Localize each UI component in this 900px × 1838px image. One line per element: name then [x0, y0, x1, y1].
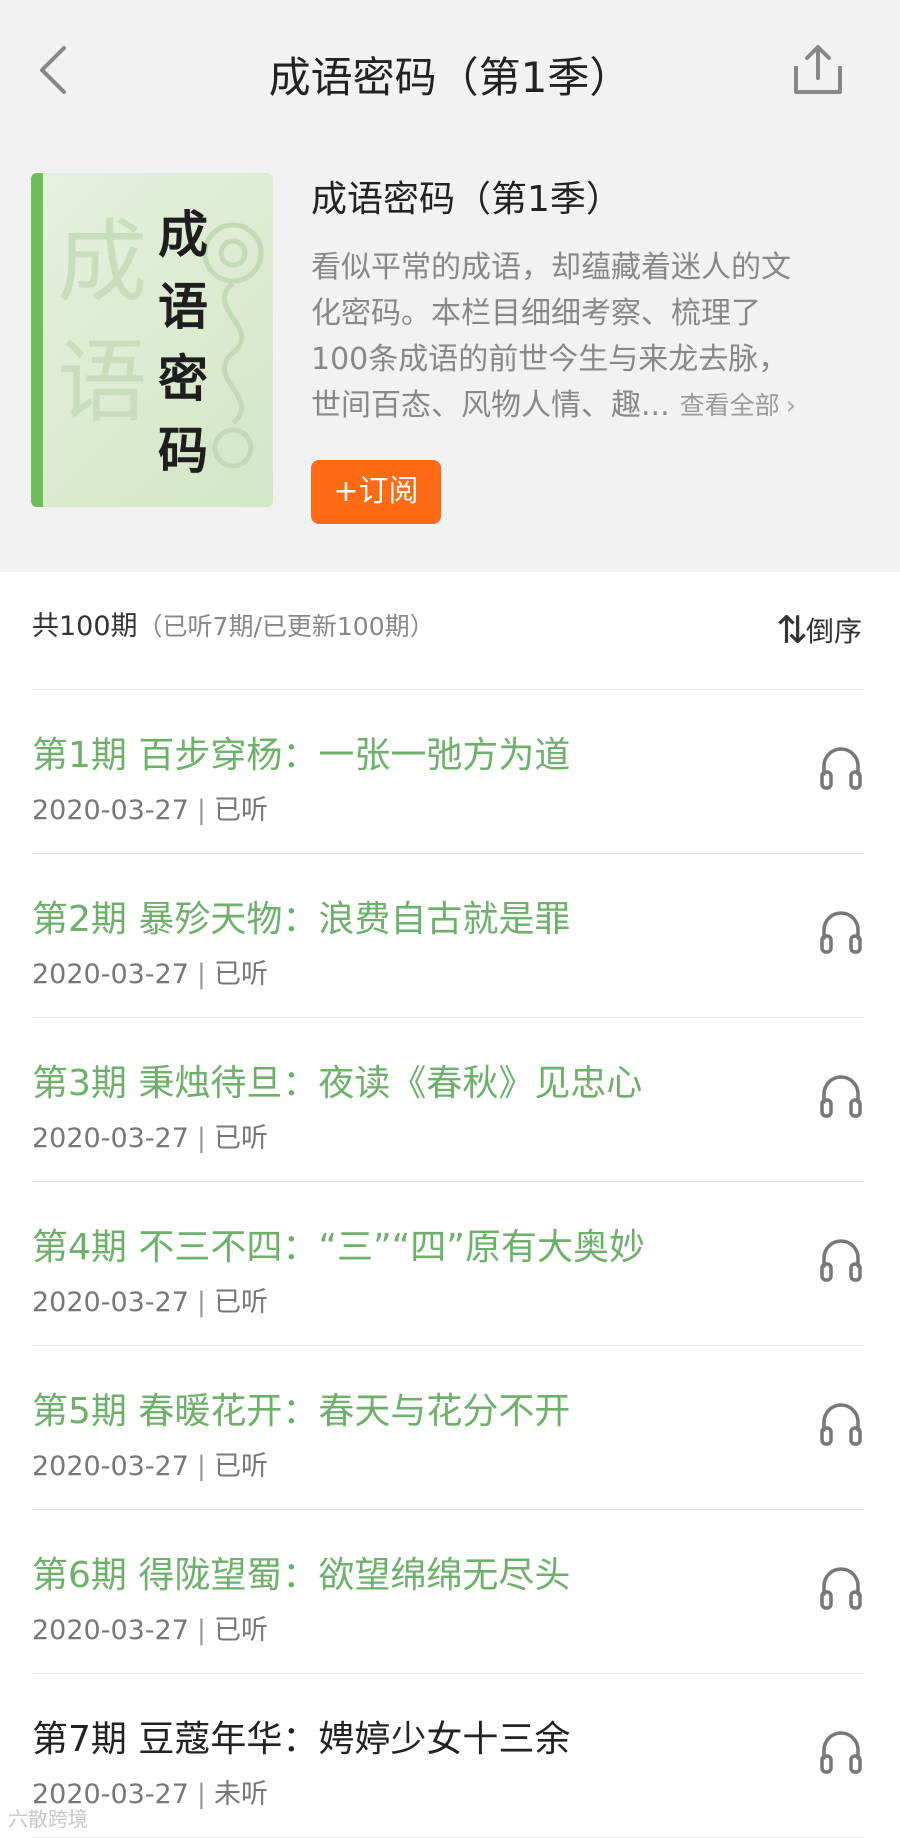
page-title: 成语密码（第1季）: [268, 53, 632, 102]
episode-status: 已听: [214, 1615, 269, 1646]
cover-watermark: 成语: [57, 210, 147, 435]
play-button[interactable]: [818, 1398, 864, 1448]
episode-meta: 2020-03-27 | 已听: [32, 1608, 268, 1647]
play-button[interactable]: [818, 742, 864, 792]
description-line: 世间百态、风物人情、趣...: [311, 388, 670, 423]
cover-char: 码: [158, 422, 208, 480]
separator: |: [196, 1123, 207, 1154]
album-title: 成语密码（第1季）: [311, 179, 622, 220]
watermark-text: 六散跨境: [8, 1807, 88, 1831]
separator: |: [196, 959, 207, 990]
play-button[interactable]: [818, 1070, 864, 1120]
see-all-link[interactable]: 查看全部 ›: [680, 383, 796, 429]
episode-date: 2020-03-27: [32, 1451, 189, 1482]
episode-list-header: 共100期（已听7期/已更新100期） ⇅ 倒序: [32, 604, 862, 654]
episode-status: 已听: [214, 1451, 269, 1482]
episode-title: 第2期 暴殄天物：浪费自古就是罪: [32, 899, 571, 940]
episode-meta: 2020-03-27 | 已听: [32, 952, 268, 991]
episode-date: 2020-03-27: [32, 1615, 189, 1646]
episode-date: 2020-03-27: [32, 959, 189, 990]
episode-status: 已听: [214, 959, 269, 990]
navbar: 成语密码（第1季）: [0, 0, 900, 142]
separator: |: [196, 795, 207, 826]
list-item[interactable]: 第1期 百步穿杨：一张一弛方为道 2020-03-27 | 已听: [32, 690, 864, 854]
headphones-icon: [820, 1731, 862, 1774]
play-button[interactable]: [818, 1726, 864, 1776]
album-header: 成语密码（第1季） 成语 成 语 密 码 成语密码（第1季） 看似平常的成语，却…: [0, 0, 900, 572]
album-cover[interactable]: 成语 成 语 密 码: [31, 173, 273, 507]
cover-char: 密: [158, 350, 208, 408]
share-button[interactable]: [790, 42, 846, 98]
cover-title: 成 语 密 码: [153, 199, 213, 487]
play-button[interactable]: [818, 1562, 864, 1612]
cover-accent-bar: [31, 173, 43, 507]
episode-title: 第6期 得陇望蜀：欲望绵绵无尽头: [32, 1555, 571, 1596]
episode-meta: 2020-03-27 | 已听: [32, 1116, 268, 1155]
description-line: 100条成语的前世今生与来龙去脉，: [311, 342, 789, 377]
episode-meta: 2020-03-27 | 已听: [32, 788, 268, 827]
sort-label: 倒序: [805, 615, 862, 648]
episode-status: 未听: [214, 1779, 269, 1810]
separator: |: [196, 1615, 207, 1646]
list-item[interactable]: 第6期 得陇望蜀：欲望绵绵无尽头 2020-03-27 | 已听: [32, 1510, 864, 1674]
sort-icon: ⇅: [776, 608, 808, 652]
separator: |: [196, 1287, 207, 1318]
episode-title: 第3期 秉烛待旦：夜读《春秋》见忠心: [32, 1063, 643, 1104]
list-item[interactable]: 第4期 不三不四：“三”“四”原有大奥妙 2020-03-27 | 已听: [32, 1182, 864, 1346]
headphones-icon: [820, 1239, 862, 1282]
description-last-line: 世间百态、风物人情、趣... 查看全部 ›: [311, 383, 856, 429]
headphones-icon: [820, 1403, 862, 1446]
listen-progress: （已听7期/已更新100期）: [137, 612, 435, 641]
play-button[interactable]: [818, 1234, 864, 1284]
episode-list: 第1期 百步穿杨：一张一弛方为道 2020-03-27 | 已听 第2期 暴殄天物：浪费…: [32, 690, 864, 1838]
list-item[interactable]: 第7期 豆蔻年华：娉婷少女十三余 2020-03-27 | 未听: [32, 1674, 864, 1838]
separator: |: [196, 1779, 207, 1810]
headphones-icon: [820, 1567, 862, 1610]
episode-title: 第4期 不三不四：“三”“四”原有大奥妙: [32, 1227, 645, 1268]
chevron-right-icon: ›: [785, 391, 797, 421]
headphones-icon: [820, 747, 862, 790]
cover-char: 成: [158, 206, 208, 264]
album-description: 看似平常的成语，却蕴藏着迷人的文 化密码。本栏目细细考察、梳理了 100条成语的…: [311, 245, 856, 429]
episode-count: 共100期: [32, 611, 138, 642]
episode-status: 已听: [214, 1287, 269, 1318]
list-item[interactable]: 第5期 春暖花开：春天与花分不开 2020-03-27 | 已听: [32, 1346, 864, 1510]
episode-date: 2020-03-27: [32, 1287, 189, 1318]
see-all-label: 查看全部: [679, 391, 780, 420]
episode-meta: 2020-03-27 | 已听: [32, 1280, 268, 1319]
episode-date: 2020-03-27: [32, 1123, 189, 1154]
episode-status: 已听: [214, 1123, 269, 1154]
sort-button[interactable]: ⇅ 倒序: [776, 608, 862, 652]
cover-char: 语: [158, 278, 208, 336]
play-button[interactable]: [818, 906, 864, 956]
subscribe-button[interactable]: +订阅: [311, 460, 441, 524]
episode-date: 2020-03-27: [32, 795, 189, 826]
episode-title: 第5期 春暖花开：春天与花分不开: [32, 1391, 571, 1432]
episode-title: 第1期 百步穿杨：一张一弛方为道: [32, 735, 571, 776]
list-item[interactable]: 第3期 秉烛待旦：夜读《春秋》见忠心 2020-03-27 | 已听: [32, 1018, 864, 1182]
headphones-icon: [820, 1075, 862, 1118]
description-line: 化密码。本栏目细细考察、梳理了: [311, 296, 761, 331]
description-line: 看似平常的成语，却蕴藏着迷人的文: [311, 250, 791, 285]
episode-status: 已听: [214, 795, 269, 826]
separator: |: [196, 1451, 207, 1482]
headphones-icon: [820, 911, 862, 954]
episode-meta: 2020-03-27 | 已听: [32, 1444, 268, 1483]
episode-title: 第7期 豆蔻年华：娉婷少女十三余: [32, 1719, 571, 1760]
list-item[interactable]: 第2期 暴殄天物：浪费自古就是罪 2020-03-27 | 已听: [32, 854, 864, 1018]
share-icon: [794, 45, 842, 94]
